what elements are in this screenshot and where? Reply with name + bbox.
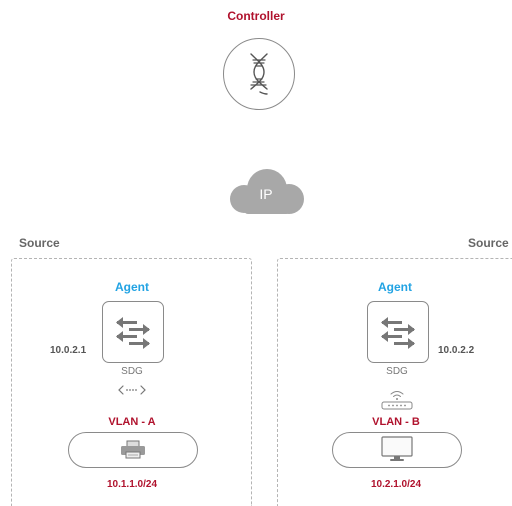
monitor-icon [381, 436, 413, 461]
ip-cloud: IP [223, 167, 309, 219]
controller-node[interactable] [223, 38, 295, 110]
endpoint-pill-left[interactable] [68, 432, 198, 468]
source-label-left: Source [19, 236, 60, 250]
controller-title: Controller [227, 9, 285, 23]
wifi-router-icon [381, 391, 413, 410]
switch-arrows-icon [381, 317, 415, 349]
sdg-device-left[interactable] [102, 301, 164, 363]
source-label-right: Source [468, 236, 509, 250]
sdg-label-right: SDG [386, 366, 408, 377]
dotted-arrows-icon [118, 385, 146, 395]
vlan-label-left: VLAN - A [108, 416, 156, 428]
agent-title-left: Agent [115, 280, 149, 294]
switch-arrows-icon [116, 317, 150, 349]
sdg-label-left: SDG [121, 366, 143, 377]
ip-address-right: 10.0.2.2 [438, 345, 475, 356]
printer-icon [121, 440, 145, 459]
network-label: IP [259, 186, 273, 202]
ip-address-left: 10.0.2.1 [50, 345, 87, 356]
subnet-right: 10.2.1.0/24 [370, 479, 422, 490]
agent-title-right: Agent [378, 280, 412, 294]
source-panel-right [277, 258, 512, 506]
source-panel-left [11, 258, 252, 506]
endpoint-pill-right[interactable] [332, 432, 462, 468]
sdg-device-right[interactable] [367, 301, 429, 363]
vlan-label-right: VLAN - B [372, 416, 420, 428]
dna-helix-icon [250, 53, 268, 95]
subnet-left: 10.1.1.0/24 [106, 479, 158, 490]
